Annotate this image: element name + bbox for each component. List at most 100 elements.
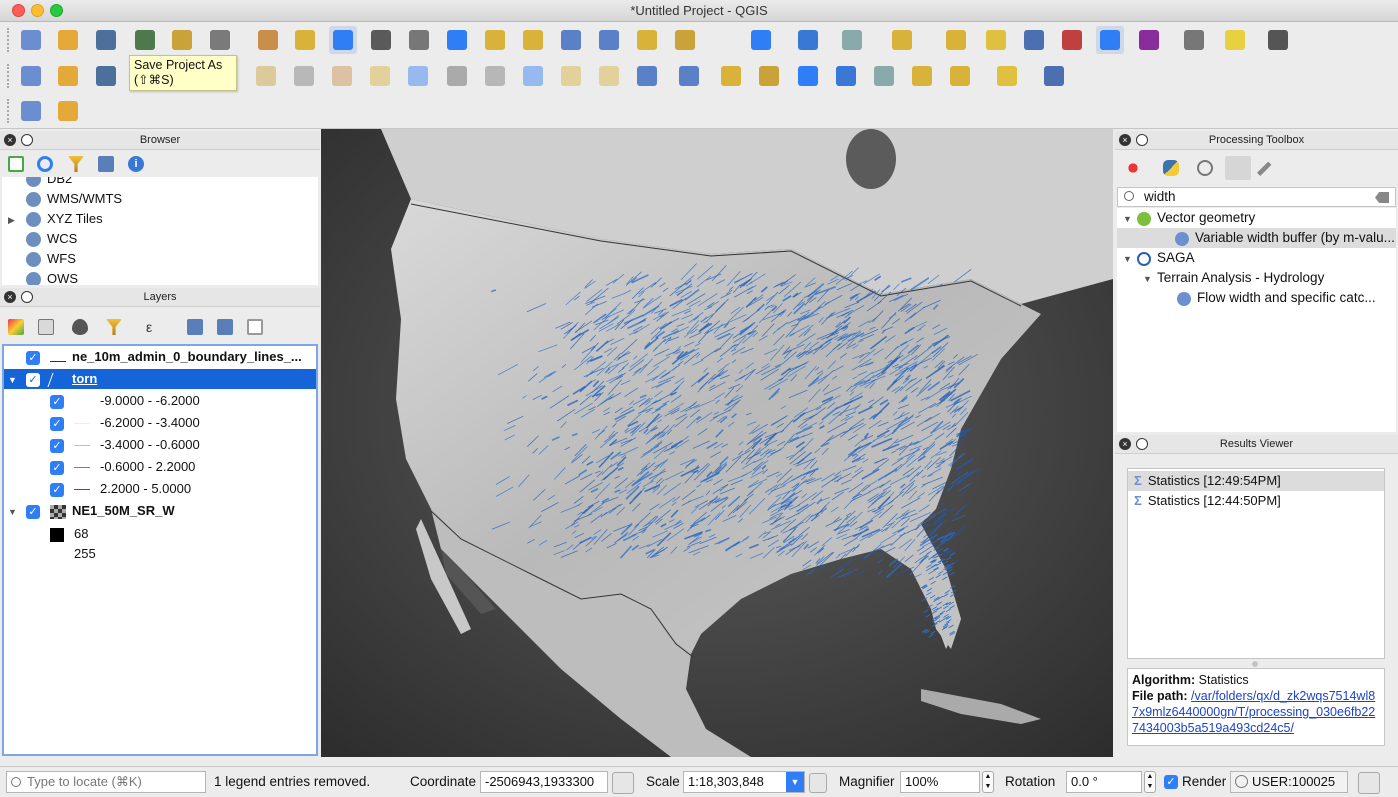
expand-arrow-icon[interactable]: ▼ [4,502,26,522]
legend-item[interactable]: ✓ -0.6000 - 2.2000 [4,457,316,477]
legend-item[interactable]: ✓ -6.2000 - -3.4000 [4,413,316,433]
save-project-button[interactable] [92,26,120,54]
add-layer-button[interactable] [17,62,45,90]
ogc-plugin-button[interactable] [946,62,974,90]
algorithm-item[interactable]: Flow width and specific catc... [1117,288,1396,308]
chevron-down-icon[interactable]: ▼ [786,772,804,792]
run-feature-action-button[interactable] [838,26,866,54]
refresh-button[interactable] [747,26,775,54]
deselect-button[interactable] [982,26,1010,54]
add-vector-button[interactable] [54,62,82,90]
edit-attributes-button[interactable] [366,62,394,90]
float-panel-icon[interactable] [21,291,33,303]
layer-visibility-checkbox[interactable]: ✓ [26,372,40,387]
expand-arrow-icon[interactable]: ▶ [8,210,22,230]
add-feature-button[interactable] [290,62,318,90]
filter-legend-icon[interactable] [106,319,122,335]
zoom-native-button[interactable] [405,26,433,54]
models-icon[interactable] [1125,160,1141,176]
provider-item[interactable]: ▼ Vector geometry [1117,208,1396,228]
browser-item[interactable]: ▶ XYZ Tiles [8,209,103,229]
pin-labels-button[interactable] [755,62,783,90]
lock-icon[interactable] [809,773,827,793]
copy-button[interactable] [481,62,509,90]
show-bookmarks-button[interactable] [671,26,699,54]
layer-item[interactable]: ▼ ✓ NE1_50M_SR_W [4,501,316,521]
redo-button[interactable] [595,62,623,90]
layer-visibility-checkbox[interactable]: ✓ [50,482,64,497]
show-labels-button[interactable] [794,62,822,90]
collapse-all-icon[interactable] [217,319,233,335]
float-panel-icon[interactable] [1136,134,1148,146]
label-abc-button[interactable] [633,62,661,90]
delete-button[interactable] [404,62,432,90]
options-icon[interactable] [1257,161,1272,176]
rotation-field[interactable]: 0.0 ° [1066,771,1142,793]
close-icon[interactable]: × [1119,134,1131,146]
cut-button[interactable] [443,62,471,90]
zoom-last-button[interactable] [557,26,585,54]
pan-button[interactable] [254,26,282,54]
paste-button[interactable] [519,62,547,90]
float-panel-icon[interactable] [1136,438,1148,450]
info-icon[interactable]: i [128,156,144,172]
new-project-button[interactable] [17,26,45,54]
legend-item[interactable]: ✓ 2.2000 - 5.0000 [4,479,316,499]
results-icon[interactable] [1225,156,1251,180]
rotate-label-button[interactable] [870,62,898,90]
field-calculator-button[interactable] [1135,26,1163,54]
result-item[interactable]: Σ Statistics [12:49:54PM] [1128,471,1384,491]
scale-combo[interactable]: 1:18,303,848 ▼ [683,771,805,793]
legend-item[interactable]: ✓ -3.4000 - -0.6000 [4,435,316,455]
plugin-tool-button[interactable] [54,97,82,125]
browser-item[interactable]: WMS/WMTS [8,189,122,209]
new-bookmark-button[interactable] [633,26,661,54]
open-project-button[interactable] [54,26,82,54]
crs-button[interactable]: USER:100025 [1230,771,1348,793]
node-tool-button[interactable] [328,62,356,90]
magnifier-field[interactable]: 100% [900,771,980,793]
locator-box[interactable]: Type to locate (⌘K) [6,771,206,793]
layer-visibility-checkbox[interactable]: ✓ [26,350,40,365]
search-input[interactable]: width [1144,189,1176,204]
layer-visibility-checkbox[interactable]: ✓ [50,394,64,409]
expand-all-icon[interactable] [187,319,203,335]
statistical-summary-button[interactable] [1058,26,1086,54]
float-panel-icon[interactable] [21,134,33,146]
layer-visibility-checkbox[interactable]: ✓ [50,438,64,453]
splitter-handle[interactable] [1252,661,1258,667]
move-label-button[interactable] [832,62,860,90]
zoom-to-layer-button[interactable] [519,26,547,54]
result-item[interactable]: Σ Statistics [12:44:50PM] [1128,491,1384,511]
messages-icon[interactable] [1358,772,1380,794]
identify-button[interactable] [794,26,822,54]
legend-item[interactable]: ✓ -9.0000 - -6.2000 [4,391,316,411]
print-composer-button[interactable] [168,26,196,54]
layer-visibility-checkbox[interactable]: ✓ [26,504,40,519]
expand-arrow-icon[interactable]: ▼ [1123,249,1137,269]
locator-input[interactable]: Type to locate (⌘K) [27,774,142,789]
refresh-icon[interactable] [37,156,53,172]
layer-item[interactable]: ▼ ✓ torn [4,369,316,389]
zoom-out-button[interactable] [367,26,395,54]
zoom-to-selection-button[interactable] [481,26,509,54]
map-canvas[interactable] [321,129,1113,757]
plugin-add-button[interactable] [17,97,45,125]
close-icon[interactable]: × [4,291,16,303]
python-console-button[interactable] [993,62,1021,90]
open-attribute-table-button[interactable] [1020,26,1048,54]
zoom-in-button[interactable] [329,26,357,54]
attribute-select-button[interactable] [942,26,970,54]
collapse-all-icon[interactable] [98,156,114,172]
browser-item[interactable]: WFS [8,249,76,269]
layer-visibility-checkbox[interactable]: ✓ [50,460,64,475]
legend-item[interactable]: 68 [4,524,316,544]
style-manager-icon[interactable] [8,319,24,335]
coordinate-field[interactable]: -2506943,1933300 [480,771,608,793]
rotation-stepper[interactable]: ▲ ▼ [1144,771,1156,793]
manage-visibility-icon[interactable] [72,319,88,335]
filter-expression-icon[interactable]: ε [146,319,162,335]
expand-arrow-icon[interactable]: ▼ [1143,269,1157,289]
history-icon[interactable] [1197,160,1213,176]
help-button[interactable] [1040,62,1068,90]
